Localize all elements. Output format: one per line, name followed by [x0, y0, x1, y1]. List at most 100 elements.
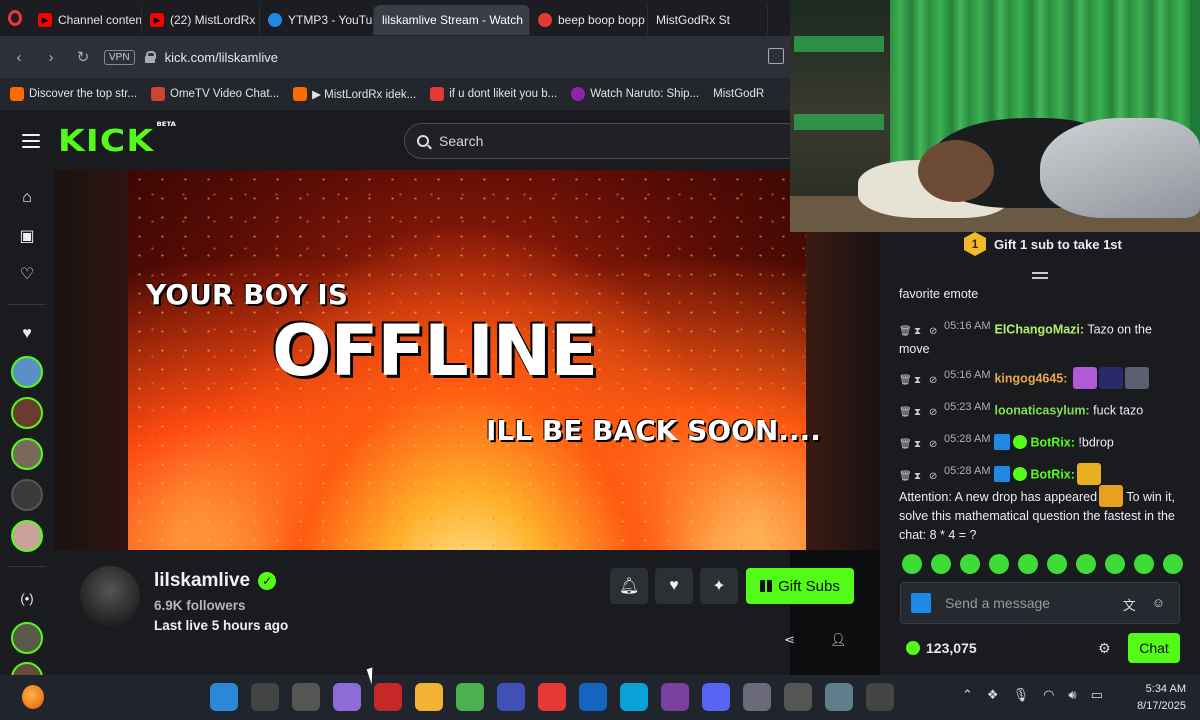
quick-emote[interactable]	[1105, 554, 1125, 574]
quick-emote[interactable]	[1163, 554, 1183, 574]
ban-icon[interactable]: ⊘	[929, 435, 938, 450]
bookmark-item[interactable]: ▶ MistLordRx idek...	[293, 87, 416, 101]
discord-icon[interactable]	[702, 683, 730, 711]
screenshot-icon[interactable]	[768, 48, 784, 64]
gift-leaderboard-banner[interactable]: 1 Gift 1 sub to take 1st	[964, 232, 1122, 256]
camera-icon[interactable]	[743, 683, 771, 711]
gift-subs-button[interactable]: Gift Subs	[746, 568, 854, 604]
store-icon[interactable]	[497, 683, 525, 711]
opera-icon[interactable]	[538, 683, 566, 711]
wifi-icon[interactable]: ◠	[1043, 687, 1054, 703]
windows-start-icon[interactable]	[210, 683, 238, 711]
bookmark-item[interactable]: Watch Naruto: Ship...	[571, 87, 699, 101]
bookmark-item[interactable]: MistGodR	[713, 88, 764, 100]
media-player-icon[interactable]	[866, 683, 894, 711]
ban-icon[interactable]: ⊘	[929, 403, 938, 418]
opera-menu-icon[interactable]	[0, 0, 30, 36]
delete-icon[interactable]: 🗑︎	[899, 371, 912, 386]
share-icon[interactable]: ⋖	[784, 632, 795, 648]
timeout-icon[interactable]: ⧗	[914, 322, 923, 337]
quick-emote[interactable]	[989, 554, 1009, 574]
volume-icon[interactable]: 🔊︎	[1068, 687, 1076, 703]
notification-bell-button[interactable]: 🔔︎	[610, 568, 648, 604]
followed-channel-avatar[interactable]	[11, 479, 43, 511]
tab-channel-content[interactable]: ▶ Channel content	[30, 5, 142, 35]
delete-icon[interactable]: 🗑︎	[899, 403, 912, 418]
timeout-icon[interactable]: ⧗	[914, 435, 923, 450]
chat-message-input[interactable]: Send a message 文 ☺	[900, 582, 1180, 624]
followed-channel-avatar[interactable]	[11, 356, 43, 388]
recommended-channel-avatar[interactable]	[11, 622, 43, 654]
quick-emote[interactable]	[960, 554, 980, 574]
timeout-icon[interactable]: ⧗	[914, 371, 923, 386]
outlook-icon[interactable]	[579, 683, 607, 711]
tray-chevron-icon[interactable]: ⌃	[962, 687, 973, 703]
taskbar-clock[interactable]: 5:34 AM 8/17/2025	[1137, 681, 1186, 715]
user-report-icon[interactable]: 👤︎	[830, 632, 847, 648]
tab-lilskamlive[interactable]: K lilskamlive Stream - Watch	[0, 5, 530, 124]
home-icon[interactable]: ⌂	[17, 188, 37, 208]
bookmark-item[interactable]: OmeTV Video Chat...	[151, 87, 279, 101]
back-arrow-icon[interactable]: ‹	[8, 46, 30, 68]
timeout-icon[interactable]: ⧗	[914, 403, 923, 418]
ban-icon[interactable]: ⊘	[929, 371, 938, 386]
follow-heart-button[interactable]: ♥	[655, 568, 693, 604]
firefox-badge-icon[interactable]	[22, 685, 44, 709]
following-heart-icon[interactable]: ♡	[17, 264, 37, 284]
followed-channel-avatar[interactable]	[11, 520, 43, 552]
channel-avatar[interactable]	[80, 566, 140, 626]
video-player[interactable]: YOUR BOY IS OFFLINE ILL BE BACK SOON....	[54, 170, 880, 550]
tab-ytmp3[interactable]: YTMP3 - YouTube	[260, 5, 374, 35]
channel-points[interactable]: 123,075	[906, 640, 977, 656]
quick-emote[interactable]	[902, 554, 922, 574]
sparkle-button[interactable]: ✦	[700, 568, 738, 604]
vpn-badge[interactable]: VPN	[104, 49, 135, 65]
ban-icon[interactable]: ⊘	[929, 322, 938, 337]
bookmark-item[interactable]: Discover the top str...	[10, 87, 137, 101]
tab-mistlordrx[interactable]: ▶ (22) MistLordRx	[142, 5, 260, 35]
quick-emote[interactable]	[1018, 554, 1038, 574]
settings-icon[interactable]	[825, 683, 853, 711]
menu-icon[interactable]	[22, 134, 40, 148]
reload-icon[interactable]: ↻	[72, 46, 94, 68]
channel-name[interactable]: lilskamlive	[154, 570, 250, 592]
copilot-icon[interactable]	[333, 683, 361, 711]
chat-identity-icon[interactable]	[911, 593, 931, 613]
timeout-icon[interactable]: ⧗	[914, 467, 923, 482]
chat-username[interactable]: ElChangoMazi:	[994, 323, 1084, 337]
recorder-icon[interactable]	[784, 683, 812, 711]
tab-mistgodrx[interactable]: K MistGodRx St	[0, 5, 768, 124]
quick-emote[interactable]	[1076, 554, 1096, 574]
delete-icon[interactable]: 🗑︎	[899, 467, 912, 482]
delete-icon[interactable]: 🗑︎	[899, 435, 912, 450]
emoji-picker-icon[interactable]: ☺	[1152, 595, 1165, 614]
chat-username[interactable]: BotRix:	[1030, 468, 1074, 482]
task-view-icon[interactable]	[292, 683, 320, 711]
search-input[interactable]: Search	[404, 123, 804, 159]
opera-gx-icon[interactable]	[374, 683, 402, 711]
clipchamp-icon[interactable]	[661, 683, 689, 711]
edge-icon[interactable]	[620, 683, 648, 711]
delete-icon[interactable]: 🗑︎	[899, 322, 912, 337]
taskbar-search-icon[interactable]	[251, 683, 279, 711]
quick-emote[interactable]	[1047, 554, 1067, 574]
chat-send-button[interactable]: Chat	[1128, 633, 1180, 663]
browse-icon[interactable]: ▣	[17, 226, 37, 246]
quick-emote[interactable]	[931, 554, 951, 574]
chrome-icon[interactable]	[456, 683, 484, 711]
file-explorer-icon[interactable]	[415, 683, 443, 711]
quick-emote[interactable]	[1134, 554, 1154, 574]
kick-logo[interactable]: KICK BETA	[58, 121, 176, 159]
chat-username[interactable]: BotRix:	[1030, 436, 1074, 450]
ban-icon[interactable]: ⊘	[929, 467, 938, 482]
chat-username[interactable]: loonaticasylum:	[994, 404, 1089, 418]
tray-app-icon[interactable]: ❖	[987, 687, 999, 703]
live-broadcast-icon[interactable]: (•)	[17, 588, 37, 608]
url-field[interactable]: kick.com/lilskamlive	[165, 50, 278, 65]
followed-channel-avatar[interactable]	[11, 438, 43, 470]
forward-arrow-icon[interactable]: ›	[40, 46, 62, 68]
followed-channel-avatar[interactable]	[11, 397, 43, 429]
battery-icon[interactable]: ▭	[1091, 687, 1103, 703]
chat-username[interactable]: kingog4645:	[994, 372, 1067, 386]
tab-beep-boop[interactable]: beep boop bopp	[530, 5, 648, 35]
